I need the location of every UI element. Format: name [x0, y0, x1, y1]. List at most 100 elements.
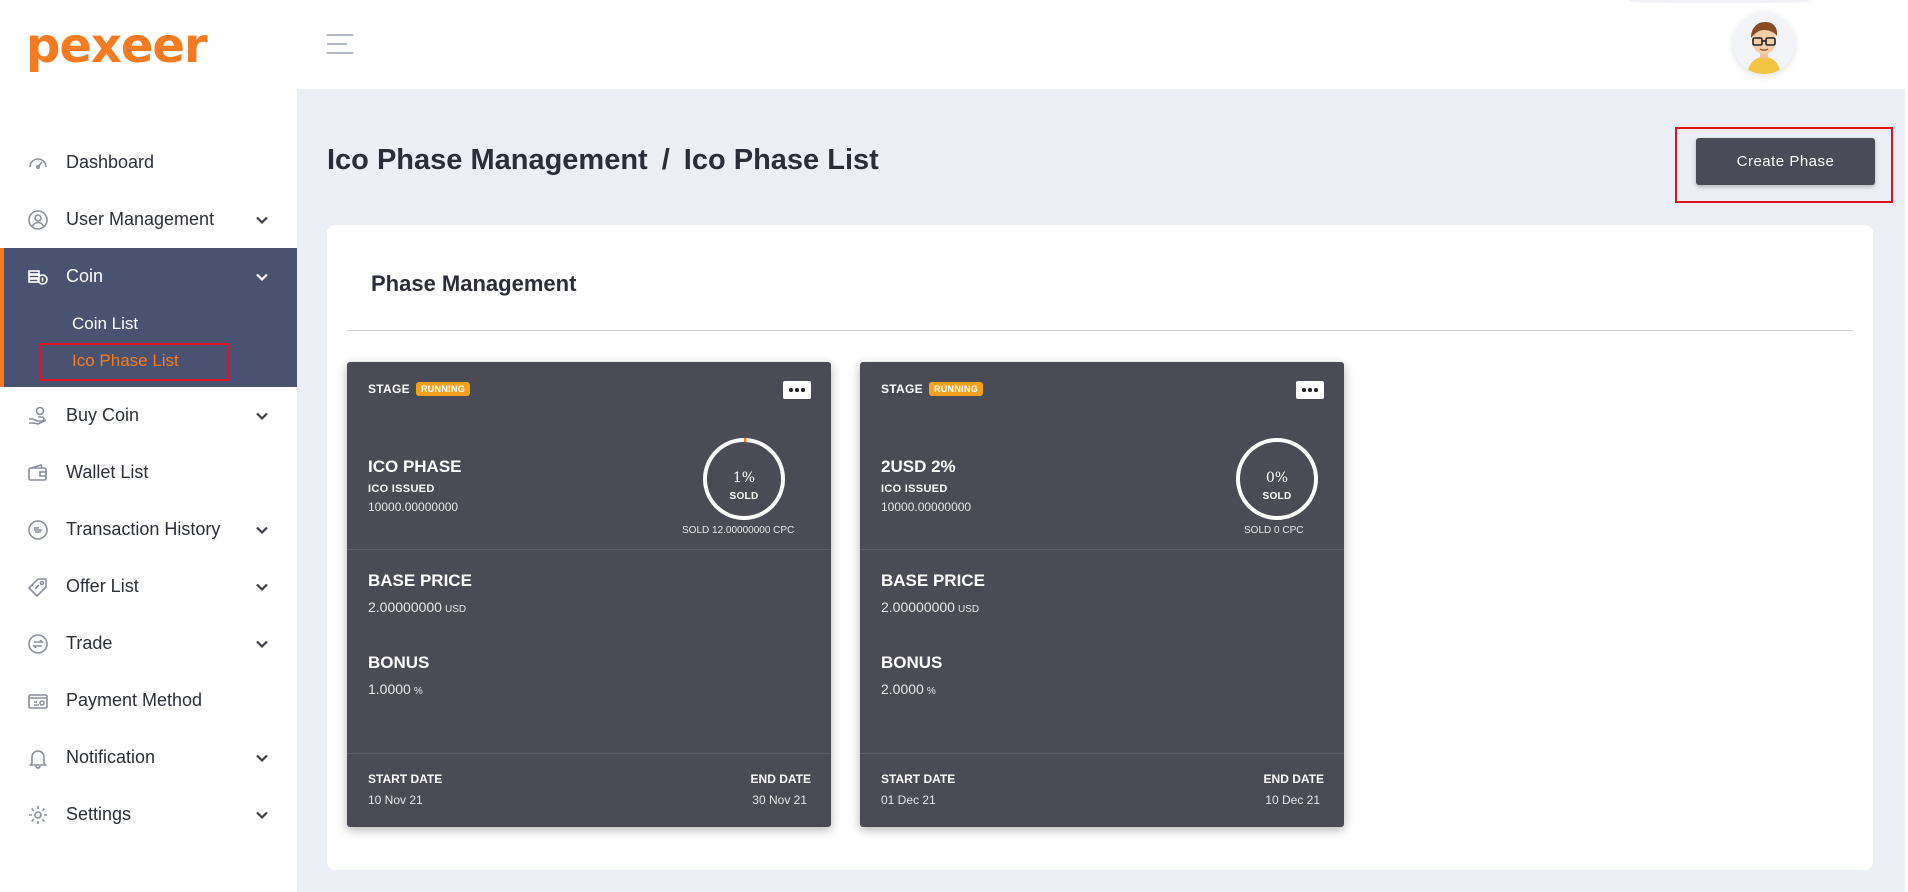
coins-icon: [26, 265, 50, 289]
divider: [347, 330, 1853, 331]
sidebar: pexeer Dashboard User Management Coin Co…: [0, 0, 297, 892]
base-price-number: 2.00000000: [881, 599, 955, 615]
divider: [347, 753, 831, 754]
phase-card: STAGE RUNNING 2USD 2% ICO ISSUED 10000.0…: [860, 362, 1344, 827]
end-date-value: 10 Dec 21: [1265, 793, 1320, 807]
chevron-down-icon: [255, 270, 269, 284]
sidebar-subitem-ico-phase-list[interactable]: Ico Phase List: [4, 342, 297, 381]
chevron-down-icon: [255, 637, 269, 651]
coin-submenu: Coin List Ico Phase List: [4, 305, 297, 387]
bonus-number: 2.0000: [881, 681, 924, 697]
panel-title: Phase Management: [371, 271, 577, 296]
chevron-down-icon: [255, 751, 269, 765]
sidebar-item-label: Settings: [66, 804, 132, 824]
base-price-unit: USD: [444, 604, 467, 615]
stage-row: STAGE RUNNING: [368, 382, 471, 396]
menu-toggle-icon[interactable]: [327, 34, 353, 56]
more-options-icon[interactable]: [1296, 381, 1324, 399]
wallet-icon: [26, 461, 50, 485]
brand-logo[interactable]: pexeer: [26, 22, 208, 70]
sidebar-item-label: Notification: [66, 747, 156, 767]
bonus-label: BONUS: [368, 653, 430, 672]
phase-card: STAGE RUNNING ICO PHASE ICO ISSUED 10000…: [347, 362, 831, 827]
divider: [347, 549, 831, 550]
breadcrumb-parent[interactable]: Ico Phase Management: [327, 144, 648, 176]
bonus-unit: %: [413, 686, 423, 697]
base-price-unit: USD: [957, 604, 980, 615]
sidebar-item-label: User Management: [66, 209, 215, 229]
base-price-value: 2.00000000 USD: [881, 599, 979, 615]
sidebar-item-transaction-history[interactable]: Transaction History: [0, 501, 297, 558]
create-phase-button[interactable]: Create Phase: [1696, 138, 1875, 185]
start-date-label: START DATE: [368, 772, 443, 786]
chevron-down-icon: [255, 580, 269, 594]
sidebar-item-label: Payment Method: [66, 690, 203, 710]
end-date-value: 30 Nov 21: [752, 793, 807, 807]
chevron-down-icon: [255, 409, 269, 423]
sold-amount: SOLD 12.00000000 CPC: [682, 525, 795, 536]
issued-label: ICO ISSUED: [881, 483, 948, 495]
sidebar-group-coin: Coin Coin List Ico Phase List: [0, 248, 297, 387]
top-header: [297, 0, 1908, 89]
avatar-illustration: [1733, 12, 1795, 74]
start-date-value: 01 Dec 21: [881, 793, 936, 807]
sidebar-subitem-coin-list[interactable]: Coin List: [4, 305, 297, 342]
sidebar-item-dashboard[interactable]: Dashboard: [0, 134, 297, 191]
gear-icon: [26, 803, 50, 827]
sold-progress-ring: 1% SOLD: [702, 437, 786, 521]
sidebar-item-label: Dashboard: [66, 152, 155, 172]
divider: [860, 753, 1344, 754]
sidebar-item-payment-method[interactable]: Payment Method: [0, 672, 297, 729]
header-decoration: [1629, 0, 1809, 3]
sidebar-item-settings[interactable]: Settings: [0, 786, 297, 843]
page-title: Ico Phase Management / Ico Phase List: [327, 144, 879, 177]
sidebar-item-offer-list[interactable]: Offer List: [0, 558, 297, 615]
pay-badge-icon: [26, 518, 50, 542]
bonus-unit: %: [926, 686, 936, 697]
issued-value: 10000.00000000: [368, 500, 459, 514]
sold-amount: SOLD 0 CPC: [1244, 525, 1304, 536]
sold-progress-ring: 0% SOLD: [1235, 437, 1319, 521]
status-badge: RUNNING: [415, 382, 471, 396]
tag-icon: [26, 575, 50, 599]
avatar[interactable]: [1733, 12, 1795, 74]
sidebar-item-trade[interactable]: Trade: [0, 615, 297, 672]
base-price-label: BASE PRICE: [881, 571, 985, 590]
speedometer-icon: [26, 151, 50, 175]
end-date-label: END DATE: [750, 772, 811, 786]
bonus-label: BONUS: [881, 653, 943, 672]
sidebar-item-label: Buy Coin: [66, 405, 140, 425]
sold-percent: 1%: [732, 470, 756, 486]
issued-value: 10000.00000000: [881, 500, 972, 514]
status-badge: RUNNING: [928, 382, 984, 396]
sidebar-item-label: Trade: [66, 633, 113, 653]
chevron-down-icon: [255, 808, 269, 822]
more-options-icon[interactable]: [783, 381, 811, 399]
sidebar-item-label: Wallet List: [66, 462, 149, 482]
stage-label: STAGE: [881, 382, 923, 396]
exchange-icon: [26, 632, 50, 656]
bonus-value: 2.0000%: [881, 681, 936, 697]
divider: [860, 549, 1344, 550]
breadcrumb-current: Ico Phase List: [683, 144, 879, 176]
start-date-value: 10 Nov 21: [368, 793, 423, 807]
phase-name: ICO PHASE: [368, 457, 462, 476]
start-date-label: START DATE: [881, 772, 956, 786]
breadcrumb-separator: /: [661, 144, 670, 176]
sidebar-item-buy-coin[interactable]: Buy Coin: [0, 387, 297, 444]
sidebar-item-label: Transaction History: [66, 519, 221, 539]
chevron-down-icon: [255, 523, 269, 537]
stage-row: STAGE RUNNING: [881, 382, 984, 396]
sidebar-nav: Dashboard User Management Coin Coin List: [0, 134, 297, 843]
sidebar-item-notification[interactable]: Notification: [0, 729, 297, 786]
sidebar-item-user-management[interactable]: User Management: [0, 191, 297, 248]
bonus-number: 1.0000: [368, 681, 411, 697]
sidebar-item-label: Offer List: [66, 576, 139, 596]
highlight-box: [40, 343, 229, 381]
end-date-label: END DATE: [1263, 772, 1324, 786]
sidebar-item-wallet-list[interactable]: Wallet List: [0, 444, 297, 501]
sold-percent: 0%: [1265, 470, 1289, 486]
chevron-down-icon: [255, 213, 269, 227]
sidebar-item-coin[interactable]: Coin: [4, 248, 297, 305]
user-circle-icon: [26, 208, 50, 232]
